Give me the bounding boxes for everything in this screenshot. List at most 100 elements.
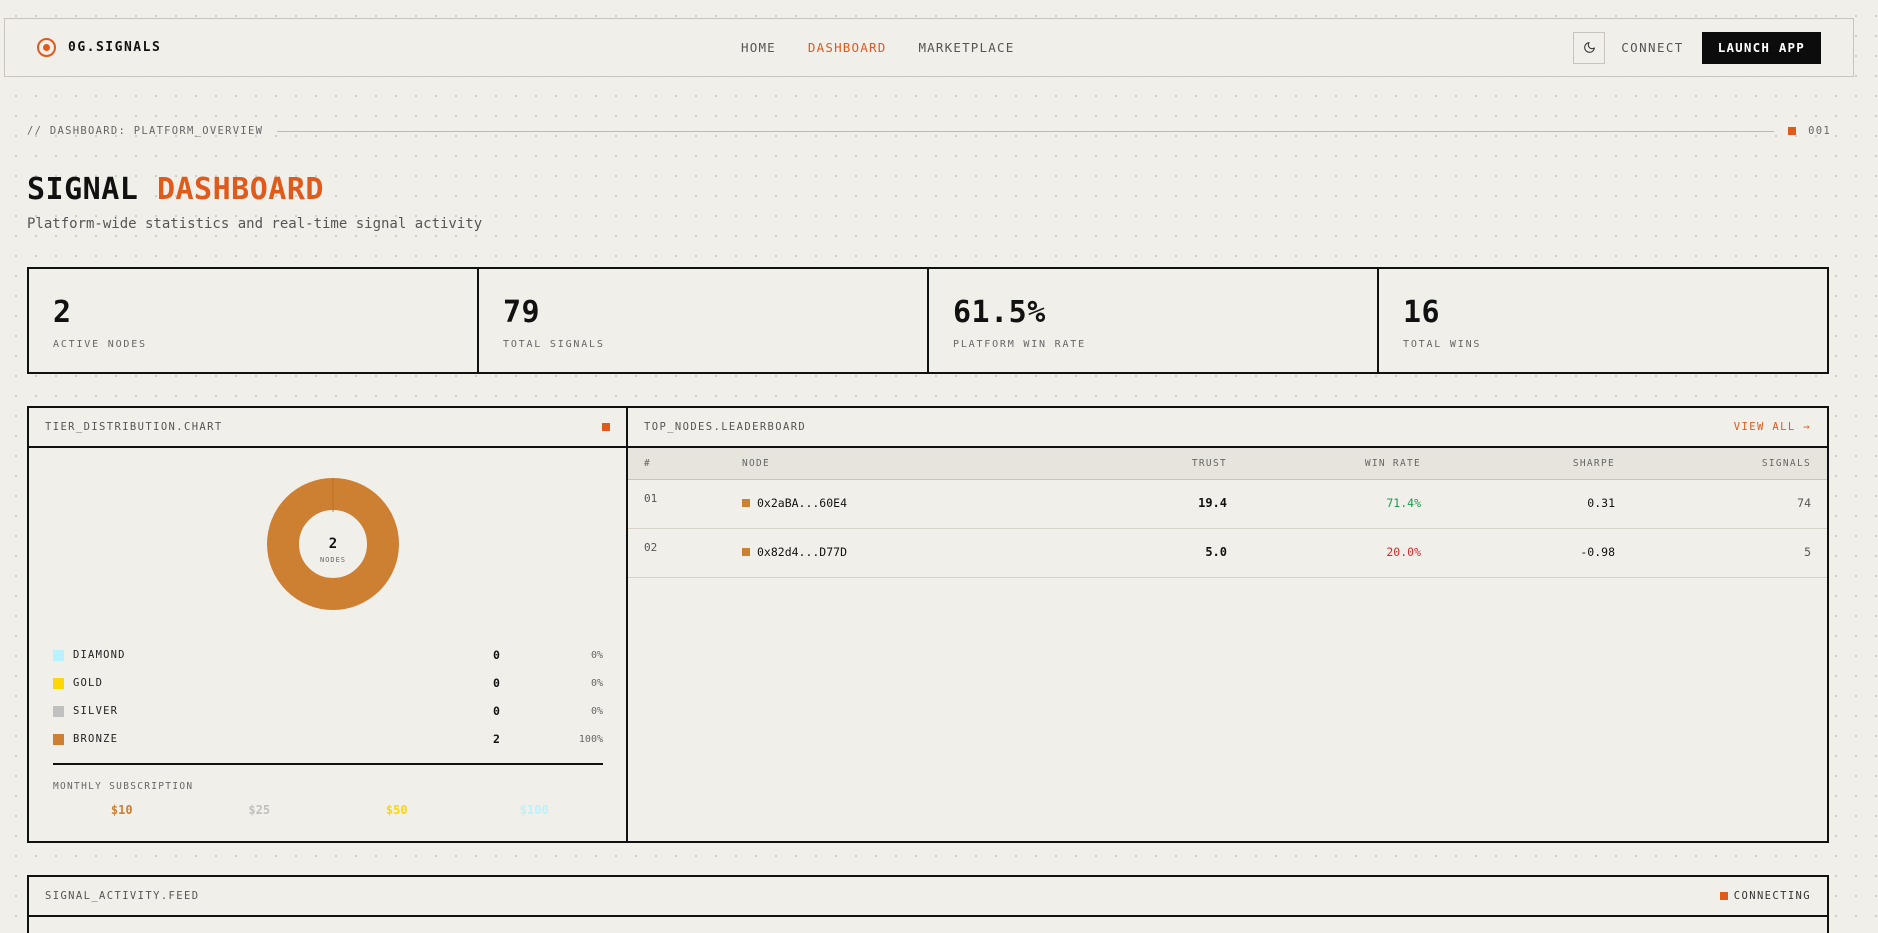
legend-pct: 0% xyxy=(590,649,603,661)
status-square-icon xyxy=(1719,892,1728,900)
row-sharpe: 0.31 xyxy=(1587,496,1615,510)
panel-title: SIGNAL_ACTIVITY.FEED xyxy=(45,890,200,902)
col-win-rate[interactable]: WIN RATE xyxy=(1365,458,1421,469)
donut-center-value: 2 xyxy=(329,536,337,552)
subscription-prices: $10 $25 $50 $100 xyxy=(53,803,603,817)
brand-name: 0G.SIGNALS xyxy=(68,40,162,55)
brand-logo[interactable]: 0G.SIGNALS xyxy=(37,19,161,76)
launch-app-button[interactable]: LAUNCH APP xyxy=(1701,31,1821,64)
tier-divider xyxy=(53,763,603,765)
row-node[interactable]: 0x82d4...D77D xyxy=(742,545,847,559)
panel-header: TIER_DISTRIBUTION.CHART xyxy=(29,408,626,448)
donut-center-label: NODES xyxy=(320,556,346,564)
legend-swatch xyxy=(53,677,64,689)
status-square-icon xyxy=(602,423,610,431)
stats-row: 2 ACTIVE NODES 79 TOTAL SIGNALS 61.5% PL… xyxy=(27,267,1829,374)
stat-value: 79 xyxy=(503,295,541,330)
node-address: 0x82d4...D77D xyxy=(757,545,848,559)
legend-name: DIAMOND xyxy=(73,649,126,661)
bronze-tier-icon xyxy=(742,499,750,507)
legend-count: 2 xyxy=(493,732,500,746)
legend-pct: 0% xyxy=(590,705,603,717)
view-all-link[interactable]: VIEW ALL → xyxy=(1734,421,1811,433)
panel-title: TOP_NODES.LEADERBOARD xyxy=(644,421,807,433)
legend-swatch xyxy=(53,705,64,717)
row-rank: 02 xyxy=(644,541,658,554)
page-subtitle: Platform-wide statistics and real-time s… xyxy=(27,216,483,232)
stat-total-signals: 79 TOTAL SIGNALS xyxy=(479,269,929,372)
nav-link-marketplace[interactable]: MARKETPLACE xyxy=(918,40,1014,55)
legend-count: 0 xyxy=(493,648,500,662)
col-sharpe[interactable]: SHARPE xyxy=(1573,458,1615,469)
legend-name: SILVER xyxy=(73,705,119,717)
stat-total-wins: 16 TOTAL WINS xyxy=(1379,269,1827,372)
tier-donut-chart: 2 NODES xyxy=(267,478,399,610)
col-node: NODE xyxy=(742,458,771,469)
tier-legend: DIAMOND 0 0% GOLD 0 0% SILVER 0 0% BRONZ… xyxy=(53,641,603,753)
legend-count: 0 xyxy=(493,704,500,718)
row-signals: 5 xyxy=(1804,545,1811,559)
stat-label: PLATFORM WIN RATE xyxy=(953,339,1086,350)
breadcrumb: // DASHBOARD: PLATFORM_OVERVIEW 001 xyxy=(27,124,1831,138)
stat-label: TOTAL SIGNALS xyxy=(503,339,605,350)
stat-value: 2 xyxy=(53,295,72,330)
row-win-rate: 20.0% xyxy=(1386,545,1421,559)
legend-swatch xyxy=(53,733,64,745)
stat-value: 16 xyxy=(1403,295,1441,330)
donut-svg: 2 NODES xyxy=(267,478,399,610)
theme-toggle-button[interactable] xyxy=(1573,31,1606,64)
legend-name: BRONZE xyxy=(73,733,119,745)
connection-status: CONNECTING xyxy=(1719,890,1811,902)
panel-header: TOP_NODES.LEADERBOARD VIEW ALL → xyxy=(628,408,1827,448)
target-logo-icon xyxy=(37,38,56,57)
legend-pct: 100% xyxy=(578,733,603,745)
legend-row-bronze: BRONZE 2 100% xyxy=(53,725,603,753)
nav-link-home[interactable]: HOME xyxy=(741,40,776,55)
legend-row-silver: SILVER 0 0% xyxy=(53,697,603,725)
tier-distribution-panel: TIER_DISTRIBUTION.CHART 2 NODES DIAMOND … xyxy=(27,406,628,843)
price-diamond: $100 xyxy=(519,803,549,817)
panel-header: SIGNAL_ACTIVITY.FEED CONNECTING xyxy=(29,877,1827,917)
breadcrumb-marker-icon xyxy=(1788,127,1797,135)
row-sharpe: -0.98 xyxy=(1580,545,1615,559)
legend-name: GOLD xyxy=(73,677,104,689)
page-title: SIGNAL DASHBOARD xyxy=(27,172,324,207)
row-trust: 19.4 xyxy=(1198,496,1227,510)
row-rank: 01 xyxy=(644,492,658,505)
bronze-tier-icon xyxy=(742,548,750,556)
legend-row-diamond: DIAMOND 0 0% xyxy=(53,641,603,669)
col-trust[interactable]: TRUST xyxy=(1192,458,1227,469)
col-rank: # xyxy=(644,458,652,469)
signal-activity-feed-panel: SIGNAL_ACTIVITY.FEED CONNECTING xyxy=(27,875,1829,933)
stat-value: 61.5% xyxy=(953,295,1046,330)
legend-swatch xyxy=(53,649,64,661)
stat-label: ACTIVE NODES xyxy=(53,339,147,350)
node-address: 0x2aBA...60E4 xyxy=(757,496,848,510)
row-signals: 74 xyxy=(1797,496,1811,510)
stat-label: TOTAL WINS xyxy=(1403,339,1482,350)
leaderboard-panel: TOP_NODES.LEADERBOARD VIEW ALL → # NODE … xyxy=(626,406,1829,843)
connection-status-text: CONNECTING xyxy=(1733,890,1811,902)
legend-count: 0 xyxy=(493,676,500,690)
connect-button[interactable]: CONNECT xyxy=(1619,40,1685,55)
price-gold: $50 xyxy=(385,803,408,817)
breadcrumb-text: // DASHBOARD: PLATFORM_OVERVIEW xyxy=(27,125,264,137)
col-signals[interactable]: SIGNALS xyxy=(1762,458,1811,469)
price-bronze: $10 xyxy=(110,803,133,817)
subscription-label: MONTHLY SUBSCRIPTION xyxy=(53,781,194,792)
table-row[interactable]: 01 0x2aBA...60E4 19.4 71.4% 0.31 74 xyxy=(628,480,1827,529)
row-trust: 5.0 xyxy=(1205,545,1227,559)
breadcrumb-number: 001 xyxy=(1808,125,1831,137)
top-navbar: 0G.SIGNALS HOME DASHBOARD MARKETPLACE CO… xyxy=(4,18,1854,77)
nav-links: HOME DASHBOARD MARKETPLACE xyxy=(741,19,1014,76)
breadcrumb-divider xyxy=(277,130,1775,132)
row-node[interactable]: 0x2aBA...60E4 xyxy=(742,496,847,510)
moon-icon xyxy=(1583,42,1595,53)
panel-title: TIER_DISTRIBUTION.CHART xyxy=(45,421,223,433)
table-row[interactable]: 02 0x82d4...D77D 5.0 20.0% -0.98 5 xyxy=(628,529,1827,578)
table-header: # NODE TRUST WIN RATE SHARPE SIGNALS xyxy=(628,448,1827,480)
stat-platform-win-rate: 61.5% PLATFORM WIN RATE xyxy=(929,269,1379,372)
legend-pct: 0% xyxy=(590,677,603,689)
legend-row-gold: GOLD 0 0% xyxy=(53,669,603,697)
nav-link-dashboard[interactable]: DASHBOARD xyxy=(808,40,887,55)
